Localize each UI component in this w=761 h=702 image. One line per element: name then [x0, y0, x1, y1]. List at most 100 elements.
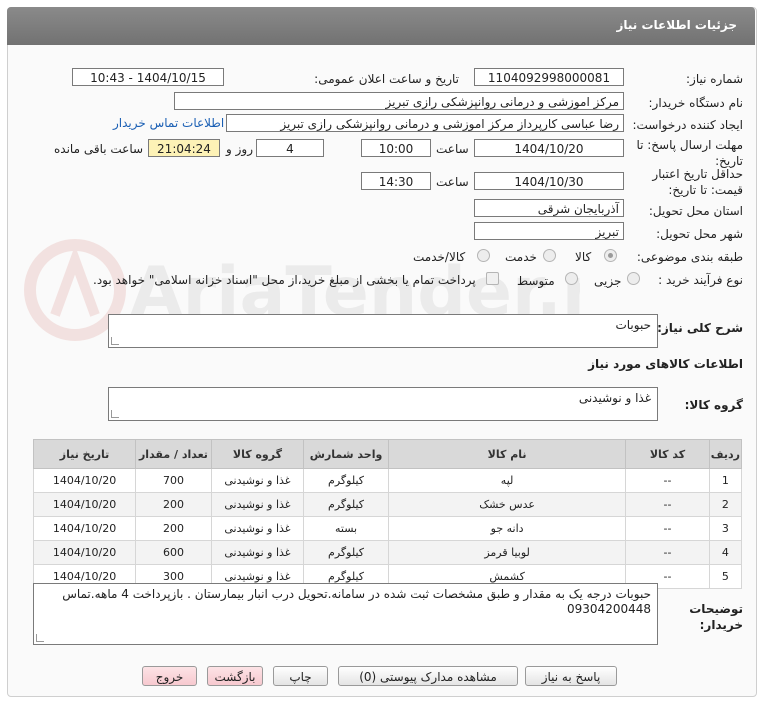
cell-name: دانه جو — [388, 516, 627, 541]
cell-code: -- — [625, 468, 710, 493]
cell-quantity: 200 — [135, 492, 212, 517]
city-field: تبریز — [474, 222, 624, 240]
cell-group: غذا و نوشیدنی — [210, 492, 305, 517]
resize-handle-icon[interactable] — [111, 410, 119, 418]
city-label: شهر محل تحویل: — [656, 227, 743, 241]
buyer-notes-text: حبوبات درجه یک به مقدار و طبق مشخصات ثبت… — [62, 587, 651, 616]
panel-header: جزئیات اطلاعات نیاز — [7, 7, 755, 45]
table-row[interactable]: 1 -- لپه کیلوگرم غذا و نوشیدنی 700 1404/10/20 — [32, 468, 743, 493]
resize-handle-icon[interactable] — [36, 634, 44, 642]
process-minor-label: جزیی — [594, 274, 622, 288]
summary-text: حبوبات — [615, 318, 651, 332]
contact-info-link[interactable]: اطلاعات تماس خریدار — [113, 116, 224, 130]
category-service-label: خدمت — [505, 250, 537, 264]
cell-group: غذا و نوشیدنی — [210, 540, 305, 565]
cell-quantity: 200 — [135, 516, 212, 541]
goods-group-text: غذا و نوشیدنی — [578, 391, 651, 405]
need-number-label: شماره نیاز: — [686, 72, 743, 86]
table-body: 1 -- لپه کیلوگرم غذا و نوشیدنی 700 1404/10/20 2… — [32, 468, 743, 589]
cell-group: غذا و نوشیدنی — [210, 468, 305, 493]
cell-date: 1404/10/20 — [32, 468, 137, 493]
province-field: آذربایجان شرقی — [474, 199, 624, 217]
validity-time-field: 14:30 — [361, 172, 431, 190]
validity-label: حداقل تاریخ اعتبار قیمت: تا تاریخ: — [652, 167, 743, 197]
goods-group-textarea: غذا و نوشیدنی — [108, 387, 658, 421]
cell-date: 1404/10/20 — [32, 492, 137, 517]
cell-row-number: 4 — [708, 540, 743, 565]
payment-note: پرداخت تمام یا بخشی از مبلغ خرید،از محل … — [93, 273, 476, 287]
remaining-label: ساعت باقی مانده — [54, 142, 144, 156]
validity-date-field: 1404/10/30 — [474, 172, 624, 190]
col-header-date: تاریخ نیاز — [32, 439, 137, 469]
category-both-label: کالا/خدمت — [413, 250, 466, 264]
announce-label: تاریخ و ساعت اعلان عمومی: — [314, 72, 459, 86]
goods-group-label: گروه کالا: — [684, 398, 743, 412]
buyer-org-field: مرکز اموزشی و درمانی روانپزشکی رازی تبری… — [174, 92, 624, 110]
cell-name: عدس خشک — [388, 492, 627, 517]
cell-code: -- — [625, 516, 710, 541]
days-field: 4 — [256, 139, 324, 157]
cell-row-number: 5 — [708, 564, 743, 589]
cell-date: 1404/10/20 — [32, 540, 137, 565]
cell-name: لپه — [388, 468, 627, 493]
category-service-radio[interactable] — [543, 249, 556, 262]
cell-date: 1404/10/20 — [32, 516, 137, 541]
process-medium-radio[interactable] — [565, 272, 578, 285]
resize-handle-icon[interactable] — [111, 337, 119, 345]
need-number-field: 1104092998000081 — [474, 68, 624, 86]
category-goods-label: کالا — [575, 250, 592, 264]
cell-code: -- — [625, 492, 710, 517]
requester-field: رضا عباسی کارپرداز مرکز اموزشی و درمانی … — [226, 114, 624, 132]
cell-name: لوبیا قرمز — [388, 540, 627, 565]
cell-row-number: 3 — [708, 516, 743, 541]
province-label: استان محل تحویل: — [648, 204, 743, 218]
attachments-button[interactable]: مشاهده مدارک پیوستی (0) — [338, 666, 518, 686]
table-header-row: ردیف کد کالا نام کالا واحد شمارش گروه کا… — [32, 439, 743, 469]
cell-unit: کیلوگرم — [303, 492, 390, 517]
announce-field: 1404/10/15 - 10:43 — [72, 68, 224, 86]
goods-table: ردیف کد کالا نام کالا واحد شمارش گروه کا… — [32, 439, 743, 589]
process-medium-label: متوسط — [517, 274, 555, 288]
table-row[interactable]: 3 -- دانه جو بسته غذا و نوشیدنی 200 1404/10/20 — [32, 516, 743, 541]
print-button[interactable]: چاپ — [273, 666, 328, 686]
reply-button[interactable]: پاسخ به نیاز — [525, 666, 617, 686]
treasury-checkbox[interactable] — [486, 272, 499, 285]
days-label: روز و — [226, 142, 253, 156]
cell-unit: کیلوگرم — [303, 468, 390, 493]
buyer-notes-label: توضیحات خریدار: — [689, 602, 743, 632]
deadline-time-field: 10:00 — [361, 139, 431, 157]
requester-label: ایجاد کننده درخواست: — [632, 118, 743, 132]
panel-title: جزئیات اطلاعات نیاز — [616, 18, 737, 32]
col-header-unit: واحد شمارش — [303, 439, 390, 469]
category-label: طبقه بندی موضوعی: — [636, 250, 743, 264]
deadline-date-field: 1404/10/20 — [474, 139, 624, 157]
deadline-label: مهلت ارسال پاسخ: تا تاریخ: — [636, 138, 743, 168]
cell-code: -- — [625, 540, 710, 565]
col-header-quantity: تعداد / مقدار — [135, 439, 212, 469]
remaining-time-field: 21:04:24 — [148, 139, 220, 157]
cell-quantity: 700 — [135, 468, 212, 493]
col-header-group: گروه کالا — [210, 439, 305, 469]
category-both-radio[interactable] — [477, 249, 490, 262]
summary-textarea: حبوبات — [108, 314, 658, 348]
buyer-org-label: نام دستگاه خریدار: — [648, 96, 744, 110]
back-button[interactable]: بازگشت — [207, 666, 263, 686]
cell-quantity: 600 — [135, 540, 212, 565]
process-label: نوع فرآیند خرید : — [658, 273, 743, 287]
buyer-notes-textarea: حبوبات درجه یک به مقدار و طبق مشخصات ثبت… — [33, 583, 658, 645]
cell-unit: کیلوگرم — [303, 540, 390, 565]
cell-group: غذا و نوشیدنی — [210, 516, 305, 541]
col-header-code: کد کالا — [625, 439, 710, 469]
deadline-time-label: ساعت — [436, 142, 469, 156]
exit-button[interactable]: خروج — [142, 666, 197, 686]
table-row[interactable]: 2 -- عدس خشک کیلوگرم غذا و نوشیدنی 200 1404/10… — [32, 492, 743, 517]
col-header-name: نام کالا — [388, 439, 627, 469]
process-minor-radio[interactable] — [627, 272, 640, 285]
summary-label: شرح کلی نیاز: — [657, 321, 743, 335]
cell-unit: بسته — [303, 516, 390, 541]
table-row[interactable]: 4 -- لوبیا قرمز کیلوگرم غذا و نوشیدنی 600 1404… — [32, 540, 743, 565]
goods-section-title: اطلاعات کالاهای مورد نیاز — [588, 357, 743, 371]
cell-row-number: 1 — [708, 468, 743, 493]
col-header-row-number: ردیف — [708, 439, 743, 469]
category-goods-radio[interactable] — [604, 249, 617, 262]
